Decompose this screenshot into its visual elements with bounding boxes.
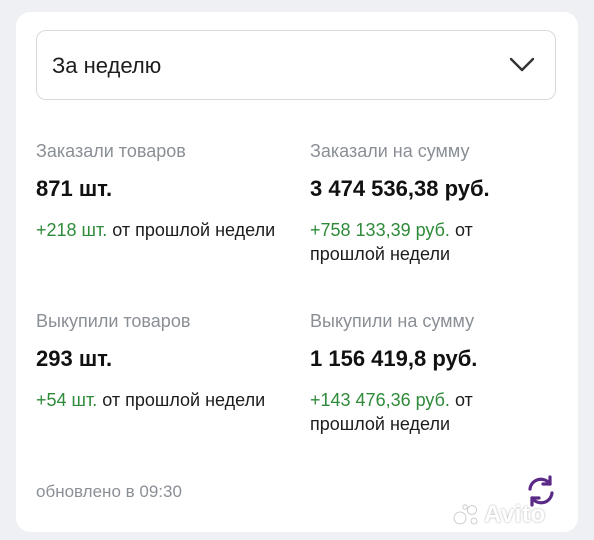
stat-delta: +218 шт. от прошлой недели	[36, 218, 296, 242]
stat-delta-value: +54 шт.	[36, 390, 98, 410]
avito-logo-icon	[453, 504, 478, 525]
stat-delta-value: +218 шт.	[36, 220, 108, 240]
stat-label: Выкупили на сумму	[310, 311, 475, 331]
stat-delta-value: +758 133,39 руб.	[310, 220, 450, 240]
stat-delta-value: +143 476,36 руб.	[310, 390, 450, 410]
stat-bought-sum: Выкупили на сумму 1 156 419,8 руб. +143 …	[310, 310, 530, 436]
stat-label: Заказали на сумму	[310, 141, 470, 161]
stat-delta: +143 476,36 руб. от прошлой недели	[310, 388, 530, 436]
stat-delta-suffix: от прошлой недели	[112, 220, 276, 240]
stat-delta: +758 133,39 руб. от прошлой недели	[310, 218, 530, 266]
stat-value: 293 шт.	[36, 346, 113, 371]
updated-timestamp: обновлено в 09:30	[36, 482, 182, 501]
chevron-down-icon	[509, 57, 535, 72]
stat-label: Заказали товаров	[36, 141, 186, 161]
stat-value: 871 шт.	[36, 176, 113, 201]
stat-value: 3 474 536,38 руб.	[310, 176, 490, 201]
avito-watermark: Avito	[484, 501, 546, 528]
stat-bought-items: Выкупили товаров 293 шт. +54 шт. от прош…	[36, 310, 296, 412]
period-dropdown[interactable]: За неделю	[36, 30, 556, 100]
period-value: За неделю	[52, 53, 162, 78]
stats-card: За неделю Заказали товаров 871 шт. +218 …	[16, 12, 578, 532]
stat-value: 1 156 419,8 руб.	[310, 346, 478, 371]
stat-ordered-sum: Заказали на сумму 3 474 536,38 руб. +758…	[310, 140, 530, 266]
stat-label: Выкупили товаров	[36, 311, 191, 331]
stat-delta-suffix: от прошлой недели	[102, 390, 266, 410]
stat-ordered-items: Заказали товаров 871 шт. +218 шт. от про…	[36, 140, 296, 242]
stat-delta: +54 шт. от прошлой недели	[36, 388, 296, 412]
